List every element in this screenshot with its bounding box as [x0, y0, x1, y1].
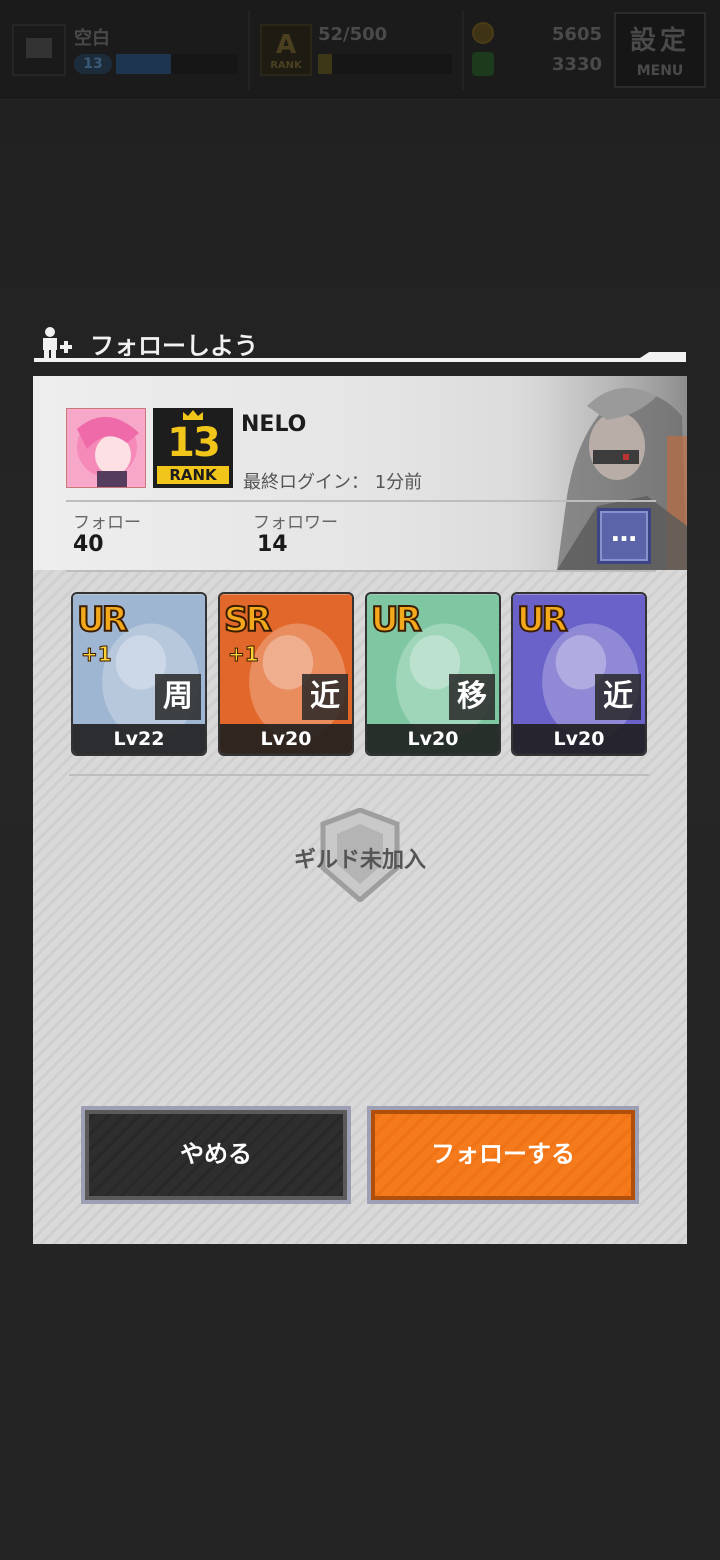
- crown-icon: [183, 410, 203, 420]
- more-options-button[interactable]: …: [597, 508, 651, 564]
- card-level: Lv20: [220, 724, 352, 754]
- follow-label: フォロー: [73, 513, 141, 533]
- top-status-bar: 空白 13 A RANK 52/500 5605 3330 設定 MENU: [0, 0, 720, 98]
- card-type: 移: [449, 674, 495, 720]
- character-card[interactable]: UR 近 Lv20: [511, 592, 647, 756]
- card-level: Lv20: [367, 724, 499, 754]
- character-card[interactable]: UR 移 Lv20: [365, 592, 501, 756]
- character-card[interactable]: SR +1 近 Lv20: [218, 592, 354, 756]
- menu-kanji: 設定: [629, 26, 690, 56]
- separator: [248, 10, 250, 90]
- stamina-text: 52/500: [318, 24, 388, 45]
- coin-count: 5605: [551, 24, 602, 45]
- player-level-badge: 13: [74, 54, 112, 74]
- follow-count: 40: [73, 532, 104, 557]
- card-rarity: UR: [76, 599, 129, 641]
- character-card[interactable]: UR +1 周 Lv22: [71, 592, 207, 756]
- gem-icon: [472, 52, 494, 76]
- follower-count: 14: [257, 532, 288, 557]
- status-text: 空白: [74, 28, 110, 49]
- card-plus: +1: [228, 642, 260, 667]
- rank-label: RANK: [270, 60, 302, 71]
- player-avatar: [66, 408, 146, 488]
- guild-section: ギルド未加入: [33, 776, 687, 936]
- follower-label: フォロワー: [253, 513, 338, 533]
- gem-count: 3330: [551, 54, 602, 75]
- card-rarity: UR: [516, 599, 569, 641]
- exp-bar-fill: [116, 54, 171, 74]
- card-type: 周: [155, 674, 201, 720]
- rank-letter: A: [275, 30, 297, 60]
- player-name: NELO: [241, 412, 307, 437]
- dialog-header: フォローしよう: [34, 322, 686, 364]
- stamina-bar-fill: [318, 54, 332, 74]
- card-rarity: UR: [370, 599, 423, 641]
- card-type: 近: [595, 674, 641, 720]
- card-level: Lv20: [513, 724, 645, 754]
- coin-icon: [472, 22, 494, 44]
- exp-bar: [116, 54, 238, 74]
- header-underline: [34, 358, 686, 362]
- stamina-bar: [318, 54, 452, 74]
- rank-icon: A RANK: [260, 24, 312, 76]
- tv-icon: [12, 24, 66, 76]
- guild-status: ギルド未加入: [293, 848, 426, 873]
- card-type: 近: [302, 674, 348, 720]
- menu-label: MENU: [636, 63, 684, 79]
- player-rank-badge: 13 RANK: [153, 408, 233, 488]
- divider: [66, 500, 656, 502]
- divider: [66, 570, 656, 572]
- profile-background-art: [497, 376, 687, 570]
- card-plus: +1: [81, 642, 113, 667]
- follow-button[interactable]: フォローする: [367, 1106, 639, 1204]
- avatar-image: [67, 409, 145, 487]
- separator: [462, 10, 464, 90]
- follow-dialog: 13 RANK NELO 最終ログイン： 1分前 フォロー 40 フォロワー 1…: [33, 376, 687, 1244]
- add-person-icon: [43, 327, 72, 360]
- card-level: Lv22: [73, 724, 205, 754]
- cancel-button[interactable]: やめる: [81, 1106, 351, 1204]
- player-profile: 13 RANK NELO 最終ログイン： 1分前 フォロー 40 フォロワー 1…: [33, 376, 687, 570]
- last-login: 最終ログイン： 1分前: [243, 472, 423, 493]
- rank-number: 13: [167, 420, 221, 466]
- rank-label: RANK: [157, 466, 229, 484]
- dialog-title: フォローしよう: [90, 332, 258, 360]
- menu-button[interactable]: 設定 MENU: [614, 12, 706, 88]
- card-rarity: SR: [223, 599, 273, 641]
